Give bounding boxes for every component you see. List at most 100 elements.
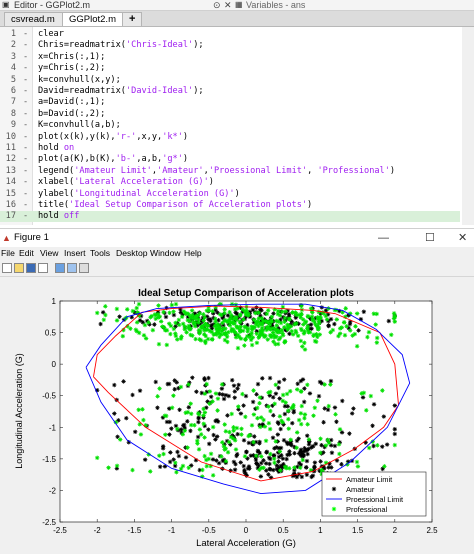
breakpoint-marker[interactable]: - xyxy=(23,86,28,97)
data-point xyxy=(184,330,189,335)
breakpoint-marker[interactable]: - xyxy=(23,200,28,211)
code-token: plot(a(K),b(K), xyxy=(38,154,116,165)
data-point xyxy=(196,328,202,333)
code-line[interactable]: 2- Chris=readmatrix('Chris-Ideal'); xyxy=(0,40,460,51)
breakpoint-marker[interactable]: - xyxy=(23,132,28,143)
data-point xyxy=(168,450,173,455)
data-point xyxy=(157,453,162,458)
data-point xyxy=(232,467,238,472)
code-line[interactable]: 3- x=Chris(:,1); xyxy=(0,52,460,63)
editor-dropdown-icon[interactable]: ⊙ xyxy=(213,0,221,10)
code-line[interactable]: 7- a=David(:,1); xyxy=(0,97,460,108)
variables-title[interactable]: Variables - ans xyxy=(246,0,305,10)
data-point xyxy=(302,340,307,346)
menu-insert[interactable]: Insert xyxy=(64,247,86,260)
data-point xyxy=(328,378,334,384)
data-point xyxy=(178,310,184,315)
minimize-icon[interactable]: — xyxy=(378,229,389,247)
data-point xyxy=(190,375,195,380)
data-point xyxy=(240,391,245,397)
data-point xyxy=(368,393,374,399)
breakpoint-marker[interactable]: - xyxy=(23,29,28,40)
breakpoint-marker[interactable]: - xyxy=(23,211,28,222)
string-literal: 'k*' xyxy=(162,131,183,142)
menu-tools[interactable]: Tools xyxy=(90,247,110,260)
code-line[interactable]: 15- ylabel('Longitudinal Acceleration (G)… xyxy=(0,189,460,200)
data-point xyxy=(242,343,247,348)
breakpoint-marker[interactable]: - xyxy=(23,75,28,86)
breakpoint-marker[interactable]: - xyxy=(23,97,28,108)
breakpoint-marker[interactable]: - xyxy=(23,63,28,74)
code-line[interactable]: 1- clear xyxy=(0,29,460,40)
link-plot-icon[interactable] xyxy=(55,263,65,273)
new-tab-button[interactable]: + xyxy=(122,12,143,26)
maximize-icon[interactable]: ☐ xyxy=(425,229,435,247)
code-line[interactable]: 17- hold off xyxy=(0,211,460,223)
breakpoint-marker[interactable]: - xyxy=(23,52,28,63)
editor-scrollbar[interactable] xyxy=(462,27,474,225)
menu-view[interactable]: View xyxy=(40,247,58,260)
breakpoint-marker[interactable]: - xyxy=(23,154,28,165)
data-point xyxy=(250,325,255,330)
tab-label: csvread.m xyxy=(11,14,55,25)
data-point xyxy=(120,334,126,339)
data-point xyxy=(197,331,202,336)
code-token: K=convhull(a,b); xyxy=(38,120,121,131)
data-point xyxy=(235,431,240,437)
code-line[interactable]: 4- y=Chris(:,2); xyxy=(0,63,460,74)
menu-edit[interactable]: Edit xyxy=(19,247,34,260)
new-figure-icon[interactable] xyxy=(2,263,12,273)
breakpoint-marker[interactable]: - xyxy=(23,120,28,131)
code-line[interactable]: 5- k=convhull(x,y); xyxy=(0,75,460,86)
menu-desktop[interactable]: Desktop xyxy=(116,247,148,260)
y-tick-label: 1 xyxy=(52,297,57,306)
print-icon[interactable] xyxy=(38,263,48,273)
open-file-icon[interactable] xyxy=(14,263,24,273)
code-line[interactable]: 12- plot(a(K),b(K),'b-',a,b,'g*') xyxy=(0,154,460,165)
data-point xyxy=(366,445,372,451)
data-point xyxy=(277,396,282,401)
data-point xyxy=(210,457,216,462)
menu-window[interactable]: Window xyxy=(150,247,181,260)
breakpoint-marker[interactable]: - xyxy=(23,177,28,188)
insert-colorbar-icon[interactable] xyxy=(67,263,77,273)
data-point xyxy=(175,449,180,455)
code-line[interactable]: 8- b=David(:,2); xyxy=(0,109,460,120)
data-point xyxy=(194,389,199,394)
data-point xyxy=(197,337,202,342)
data-point xyxy=(136,301,142,307)
code-line[interactable]: 11- hold on xyxy=(0,143,460,154)
code-line[interactable]: 14- xlabel('Lateral Acceleration (G)') xyxy=(0,177,460,188)
code-token: hold xyxy=(38,143,64,153)
data-point xyxy=(389,332,394,338)
breakpoint-marker[interactable]: - xyxy=(23,40,28,51)
line-number: 8 xyxy=(10,108,16,119)
code-line[interactable]: 13- legend('Amateur Limit','Amateur','Pro… xyxy=(0,166,460,177)
data-point xyxy=(318,450,323,456)
save-icon[interactable] xyxy=(26,263,36,273)
code-text: xlabel('Lateral Acceleration (G)') xyxy=(38,177,214,188)
breakpoint-marker[interactable]: - xyxy=(23,166,28,177)
insert-legend-icon[interactable] xyxy=(79,263,89,273)
editor-close-icon[interactable]: ✕ xyxy=(224,0,232,10)
code-line[interactable]: 16- title('Ideal Setup Comparison of Acce… xyxy=(0,200,460,211)
breakpoint-marker[interactable]: - xyxy=(23,189,28,200)
code-line[interactable]: 10- plot(x(k),y(k),'r-',x,y,'k*') xyxy=(0,132,460,143)
data-point xyxy=(183,455,189,460)
code-line[interactable]: 9- K=convhull(a,b); xyxy=(0,120,460,131)
data-point xyxy=(277,414,283,419)
close-icon[interactable]: ✕ xyxy=(458,229,467,247)
code-token: legend( xyxy=(38,165,75,176)
breakpoint-marker[interactable]: - xyxy=(23,143,28,154)
data-point xyxy=(263,461,269,466)
data-point xyxy=(260,328,266,333)
data-point xyxy=(366,329,372,335)
breakpoint-marker[interactable]: - xyxy=(23,109,28,120)
data-point xyxy=(318,459,323,464)
menu-file[interactable]: File xyxy=(1,247,15,260)
figure-menubar: File Edit View Insert Tools Desktop Wind… xyxy=(0,247,474,260)
code-token: ) xyxy=(208,177,214,188)
menu-help[interactable]: Help xyxy=(184,247,202,260)
code-line[interactable]: 6- David=readmatrix('David-Ideal'); xyxy=(0,86,460,97)
code-area[interactable]: 1- clear 2- Chris=readmatrix('Chris-Ideal')… xyxy=(0,27,460,225)
